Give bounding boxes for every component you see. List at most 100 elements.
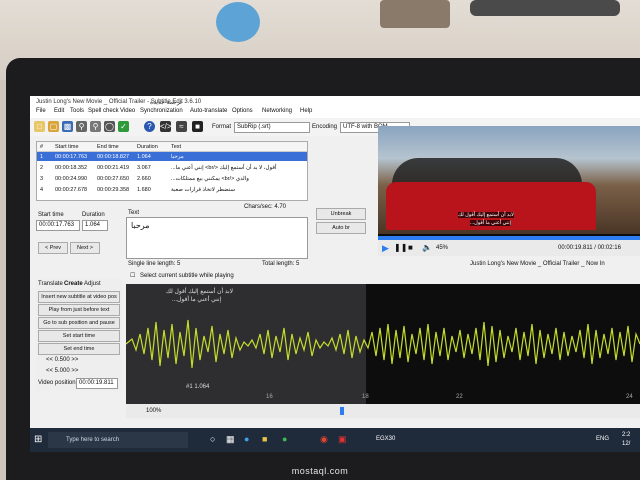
start-time-label: Start time xyxy=(38,212,64,218)
cell-end: 00:00:21.419 xyxy=(97,165,130,171)
pause-icon[interactable]: ❚❚ xyxy=(394,243,407,252)
cell-number: 3 xyxy=(40,176,44,182)
cell-duration: 2.660 xyxy=(137,176,151,182)
task-view-icon[interactable]: ▦ xyxy=(226,434,235,445)
play-icon[interactable]: ▶ xyxy=(382,243,389,254)
visual-sync-icon[interactable]: ◯ xyxy=(104,121,115,132)
table-row[interactable]: 3 00:00:24.990 00:00:27.650 2.660 ...يمك… xyxy=(37,174,307,183)
cell-end: 00:00:27.650 xyxy=(97,176,130,182)
insert-subtitle-button[interactable]: Insert new subtitle at video pos xyxy=(38,291,120,303)
edge-icon[interactable]: ● xyxy=(244,434,249,444)
menu-video[interactable]: Video xyxy=(120,108,135,114)
video-file-name: Justin Long's New Movie _ Official Trail… xyxy=(470,261,605,267)
single-line-length: Single line length: 5 xyxy=(128,261,181,267)
video-toggle-icon[interactable]: ■ xyxy=(192,121,203,132)
find-icon[interactable]: ⚲ xyxy=(76,121,87,132)
menu-synchronization[interactable]: Synchronization xyxy=(140,108,183,114)
cell-end: 00:00:29.358 xyxy=(97,187,130,193)
auto-br-button[interactable]: Auto br xyxy=(316,222,366,234)
select-current-checkbox[interactable]: ☐ xyxy=(130,272,135,279)
cell-number: 4 xyxy=(40,187,44,193)
menu-edit[interactable]: Edit xyxy=(54,108,64,114)
subtitle-edit-taskbar-icon[interactable]: ▣ xyxy=(338,434,347,445)
next-button[interactable]: Next > xyxy=(70,242,100,254)
menu-file[interactable]: File xyxy=(36,108,46,114)
menu-networking[interactable]: Networking xyxy=(262,108,292,114)
new-file-icon[interactable]: □ xyxy=(34,121,45,132)
taskbar: ⊞ Type here to search ○ ▦ ● ■ ● ◉ ▣ EGX3… xyxy=(30,428,640,452)
whatsapp-icon[interactable]: ● xyxy=(282,434,287,444)
window-title-rtl: ترجمة جديدة xyxy=(150,100,182,106)
set-start-time-button[interactable]: Set start time xyxy=(38,330,120,342)
goto-sub-button[interactable]: Go to sub position and pause xyxy=(38,317,120,329)
cell-number: 1 xyxy=(40,154,44,160)
subtitle-text-editor[interactable]: مرحبا xyxy=(126,217,308,259)
video-controls: ▶ ❚❚ ■ 🔈 45% 00:00:19.811 / 00:02:16 xyxy=(378,236,640,256)
unbreak-button[interactable]: Unbreak xyxy=(316,208,366,220)
language-indicator[interactable]: ENG xyxy=(596,436,609,442)
cell-text: ...إنني أعني ما <br/> أقول، لا بد أن أست… xyxy=(171,165,277,171)
waveform[interactable]: لابد أن أستمع إليك أقول لك ...إنني أعني … xyxy=(126,284,640,404)
video-position-field[interactable]: 00:00:19.811 xyxy=(76,378,118,389)
stock-ticker-label[interactable]: EGX30 xyxy=(376,436,395,442)
cell-duration: 1.064 xyxy=(137,154,151,160)
menu-options[interactable]: Options xyxy=(232,108,253,114)
cell-text: ...يمكنني بيع ممتلكات <br/> والدي xyxy=(171,176,249,182)
step-small[interactable]: << 0.500 >> xyxy=(46,357,78,363)
spell-check-icon[interactable]: ✓ xyxy=(118,121,129,132)
waveform-overlay-text2: ...إنني أعني ما أقول xyxy=(172,297,222,303)
tab-translate[interactable]: Translate xyxy=(38,281,63,287)
windows-start-icon[interactable]: ⊞ xyxy=(34,434,42,445)
cell-duration: 1.680 xyxy=(137,187,151,193)
menu-spell-check[interactable]: Spell check xyxy=(88,108,119,114)
cell-start: 00:00:18.352 xyxy=(55,165,88,171)
col-start-time: Start time xyxy=(55,144,79,150)
duration-field[interactable]: 1.064 xyxy=(82,220,108,231)
help-icon[interactable]: ? xyxy=(144,121,155,132)
prev-button[interactable]: < Prev xyxy=(38,242,68,254)
play-before-button[interactable]: Play from just before text xyxy=(38,304,120,316)
editor-text: مرحبا xyxy=(131,221,150,230)
chrome-icon[interactable]: ◉ xyxy=(320,434,328,445)
table-row[interactable]: 4 00:00:27.678 00:00:29.358 1.680 ستضطر … xyxy=(37,185,307,194)
file-explorer-icon[interactable]: ■ xyxy=(262,434,267,444)
source-view-icon[interactable]: </> xyxy=(160,121,172,132)
waveform-tick: 16 xyxy=(266,394,273,400)
video-subtitle-line1: لابد أن أستمع إليك أقول لك xyxy=(458,212,514,218)
waveform-tick: 18 xyxy=(362,394,369,400)
grid-header: # Start time End time Duration Text xyxy=(37,142,307,152)
menu-bar: File Edit Tools Spell check Video Synchr… xyxy=(30,106,640,118)
table-row[interactable]: 1 00:00:17.763 00:00:18.827 1.064 مرحبا xyxy=(37,152,307,161)
tab-adjust[interactable]: Adjust xyxy=(84,281,101,287)
watermark: mostaql.com xyxy=(291,466,349,476)
start-time-field[interactable]: 00:00:17.763 xyxy=(36,220,80,231)
waveform-tick: 24 xyxy=(626,394,633,400)
table-row[interactable]: 2 00:00:18.352 00:00:21.419 3.067 ...إنن… xyxy=(37,163,307,172)
menu-tools[interactable]: Tools xyxy=(70,108,84,114)
taskbar-search[interactable]: Type here to search xyxy=(48,432,188,448)
save-icon[interactable]: ▩ xyxy=(62,121,73,132)
clock-time[interactable]: 2:2 xyxy=(622,432,630,438)
replace-icon[interactable]: ⚲ xyxy=(90,121,101,132)
video-time: 00:00:19.811 / 00:02:16 xyxy=(558,245,621,251)
waveform-scroll-thumb[interactable] xyxy=(340,407,344,415)
cortana-icon[interactable]: ○ xyxy=(210,434,215,444)
tab-create[interactable]: Create xyxy=(64,281,83,287)
waveform-toggle-icon[interactable]: ≈ xyxy=(176,121,187,132)
step-large[interactable]: << 5.000 >> xyxy=(46,368,78,374)
volume-icon[interactable]: 🔈 xyxy=(422,243,432,252)
clock-date[interactable]: 12/ xyxy=(622,441,630,447)
video-progress-bar[interactable] xyxy=(378,236,640,240)
stop-icon[interactable]: ■ xyxy=(408,243,413,252)
col-duration: Duration xyxy=(137,144,158,150)
subtitle-grid[interactable]: # Start time End time Duration Text 1 00… xyxy=(36,141,308,201)
zoom-value[interactable]: 100% xyxy=(146,408,161,414)
menu-auto-translate[interactable]: Auto-translate xyxy=(190,108,227,114)
video-player[interactable]: لابد أن أستمع إليك أقول لك ...إنني أعني … xyxy=(378,126,640,236)
cell-start: 00:00:27.678 xyxy=(55,187,88,193)
cell-end: 00:00:18.827 xyxy=(97,154,130,160)
set-end-time-button[interactable]: Set end time xyxy=(38,343,120,355)
menu-help[interactable]: Help xyxy=(300,108,312,114)
format-select[interactable]: SubRip (.srt) xyxy=(234,122,310,133)
open-folder-icon[interactable]: ▢ xyxy=(48,121,59,132)
